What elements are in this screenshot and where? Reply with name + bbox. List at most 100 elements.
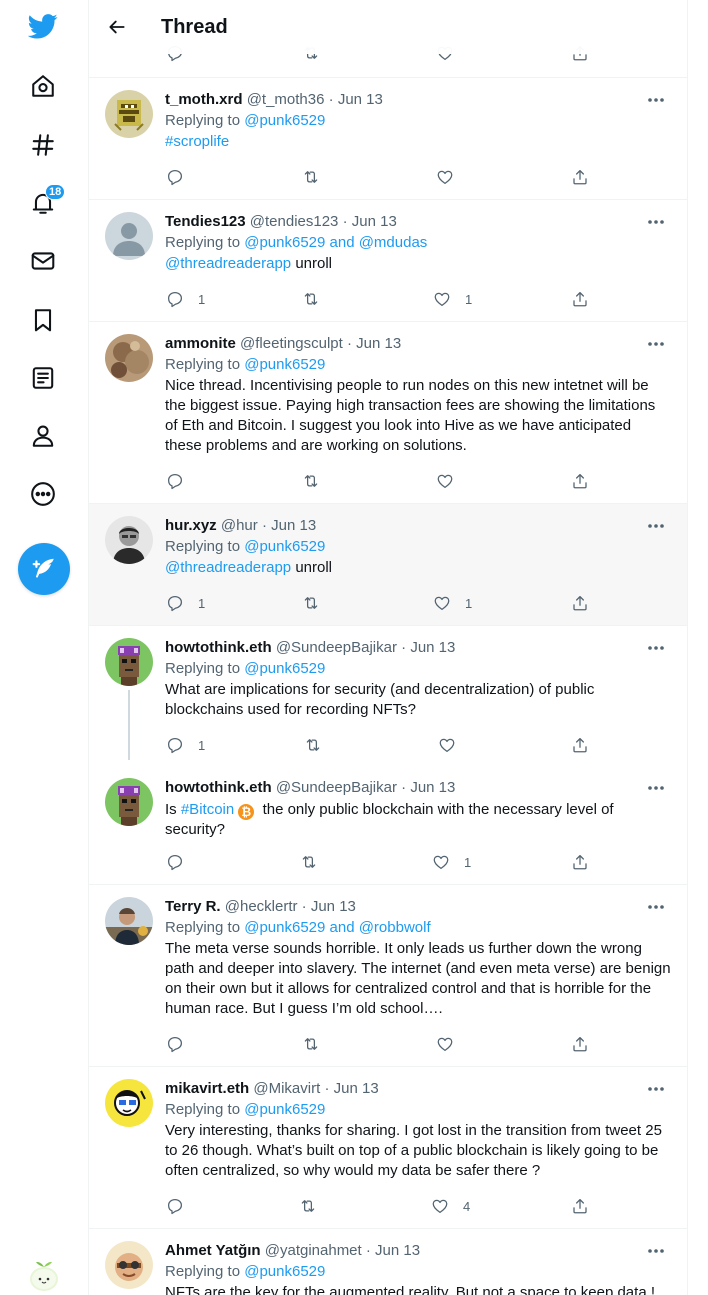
tweet[interactable]: Ahmet Yatğın @yatginahmet · Jun 13 Reply… — [89, 1229, 687, 1295]
more-options-button[interactable] — [641, 778, 671, 798]
tweet-date[interactable]: Jun 13 — [375, 1242, 420, 1259]
reply-button[interactable] — [166, 168, 184, 186]
back-button[interactable] — [99, 9, 135, 45]
reply-button[interactable]: 1 — [166, 290, 205, 308]
tweet-date[interactable]: Jun 13 — [311, 898, 356, 915]
avatar[interactable] — [105, 778, 153, 826]
like-button[interactable] — [436, 472, 454, 490]
tweet[interactable]: Terry R. @hecklertr · Jun 13 Replying to… — [89, 885, 687, 1067]
author-name[interactable]: Terry R. — [165, 898, 221, 915]
author-handle[interactable]: @hecklertr — [225, 898, 298, 915]
avatar[interactable] — [105, 212, 153, 260]
retweet-button[interactable] — [304, 736, 322, 754]
mention-link[interactable]: @punk6529 — [244, 356, 325, 373]
mention-link[interactable]: @punk6529 — [244, 1101, 325, 1118]
author-handle[interactable]: @fleetingsculpt — [240, 335, 343, 352]
mention-link[interactable]: @punk6529 — [244, 538, 325, 555]
author-handle[interactable]: @hur — [221, 517, 258, 534]
author-name[interactable]: mikavirt.eth — [165, 1080, 249, 1097]
mail-icon[interactable] — [21, 239, 65, 283]
tweet-date[interactable]: Jun 13 — [410, 779, 455, 796]
tweet[interactable]: Tendies123 @tendies123 · Jun 13 Replying… — [89, 200, 687, 322]
like-button[interactable]: 1 — [433, 594, 472, 612]
reply-button[interactable] — [166, 1197, 184, 1215]
profile-icon[interactable] — [21, 414, 65, 458]
mention-link[interactable]: @punk6529 and @mdudas — [244, 234, 427, 251]
tweet-date[interactable]: Jun 13 — [271, 517, 316, 534]
author-name[interactable]: t_moth.xrd — [165, 91, 243, 108]
tweet[interactable]: mikavirt.eth @Mikavirt · Jun 13 Replying… — [89, 1067, 687, 1229]
author-name[interactable]: howtothink.eth — [165, 639, 272, 656]
author-handle[interactable]: @tendies123 — [250, 213, 339, 230]
bell-icon[interactable]: 18 — [21, 181, 66, 225]
more-options-button[interactable] — [641, 212, 671, 232]
author-handle[interactable]: @t_moth36 — [247, 91, 325, 108]
share-button[interactable] — [571, 1035, 589, 1053]
share-button[interactable] — [571, 853, 589, 871]
like-button[interactable] — [436, 1035, 454, 1053]
compose-tweet-button[interactable] — [18, 543, 70, 595]
share-button[interactable] — [571, 736, 589, 754]
reply-button[interactable]: 1 — [166, 736, 205, 754]
like-button[interactable]: 1 — [433, 290, 472, 308]
account-avatar[interactable] — [24, 1252, 64, 1292]
more-options-button[interactable] — [641, 1241, 671, 1261]
author-name[interactable]: hur.xyz — [165, 517, 217, 534]
avatar[interactable] — [105, 516, 153, 564]
share-button[interactable] — [571, 1197, 589, 1215]
author-name[interactable]: howtothink.eth — [165, 779, 272, 796]
more-options-button[interactable] — [641, 638, 671, 658]
retweet-button[interactable] — [302, 594, 320, 612]
reply-button[interactable] — [166, 853, 184, 871]
tweet[interactable]: howtothink.eth @SundeepBajikar · Jun 13 … — [89, 766, 687, 885]
author-name[interactable]: ammonite — [165, 335, 236, 352]
list-icon[interactable] — [21, 356, 65, 400]
author-name[interactable]: Ahmet Yatğın — [165, 1242, 261, 1259]
hashtag-link[interactable]: #Bitcoin — [181, 801, 234, 818]
tweet[interactable]: howtothink.eth @SundeepBajikar · Jun 13 … — [89, 626, 687, 766]
author-name[interactable]: Tendies123 — [165, 213, 246, 230]
more-options-button[interactable] — [641, 897, 671, 917]
author-handle[interactable]: @SundeepBajikar — [276, 639, 397, 656]
share-button[interactable] — [571, 290, 589, 308]
avatar[interactable] — [105, 90, 153, 138]
tweet[interactable]: hur.xyz @hur · Jun 13 Replying to @punk6… — [89, 504, 687, 626]
mention-link[interactable]: @threadreaderapp — [165, 255, 291, 272]
avatar[interactable] — [105, 897, 153, 945]
bookmark-icon[interactable] — [21, 298, 65, 342]
reply-button[interactable] — [166, 472, 184, 490]
retweet-button[interactable] — [299, 1197, 317, 1215]
more-options-button[interactable] — [641, 1079, 671, 1099]
tweet-date[interactable]: Jun 13 — [410, 639, 455, 656]
mention-link[interactable]: @punk6529 — [244, 112, 325, 129]
retweet-button[interactable] — [300, 853, 318, 871]
retweet-button[interactable] — [302, 1035, 320, 1053]
tweet-date[interactable]: Jun 13 — [352, 213, 397, 230]
share-button[interactable] — [571, 472, 589, 490]
like-button[interactable] — [438, 736, 456, 754]
like-button[interactable]: 4 — [431, 1197, 470, 1215]
like-button[interactable] — [436, 168, 454, 186]
tweet-date[interactable]: Jun 13 — [338, 91, 383, 108]
mention-link[interactable]: @threadreaderapp — [165, 559, 291, 576]
mention-link[interactable]: @punk6529 — [244, 660, 325, 677]
reply-button[interactable] — [166, 1035, 184, 1053]
retweet-button[interactable] — [302, 290, 320, 308]
avatar[interactable] — [105, 1079, 153, 1127]
tweet-date[interactable]: Jun 13 — [334, 1080, 379, 1097]
retweet-button[interactable] — [302, 168, 320, 186]
more-circle-icon[interactable] — [21, 472, 65, 516]
author-handle[interactable]: @Mikavirt — [253, 1080, 320, 1097]
mention-link[interactable]: @punk6529 and @robbwolf — [244, 919, 430, 936]
tweet-date[interactable]: Jun 13 — [356, 335, 401, 352]
share-button[interactable] — [571, 168, 589, 186]
tweet[interactable]: t_moth.xrd @t_moth36 · Jun 13 Replying t… — [89, 78, 687, 200]
hashtag-link[interactable]: #scroplife — [165, 133, 229, 150]
author-handle[interactable]: @SundeepBajikar — [276, 779, 397, 796]
mention-link[interactable]: @punk6529 — [244, 1263, 325, 1280]
reply-button[interactable]: 1 — [166, 594, 205, 612]
hashtag-icon[interactable] — [21, 123, 65, 167]
retweet-button[interactable] — [302, 472, 320, 490]
tweet[interactable]: ammonite @fleetingsculpt · Jun 13 Replyi… — [89, 322, 687, 504]
more-options-button[interactable] — [641, 90, 671, 110]
